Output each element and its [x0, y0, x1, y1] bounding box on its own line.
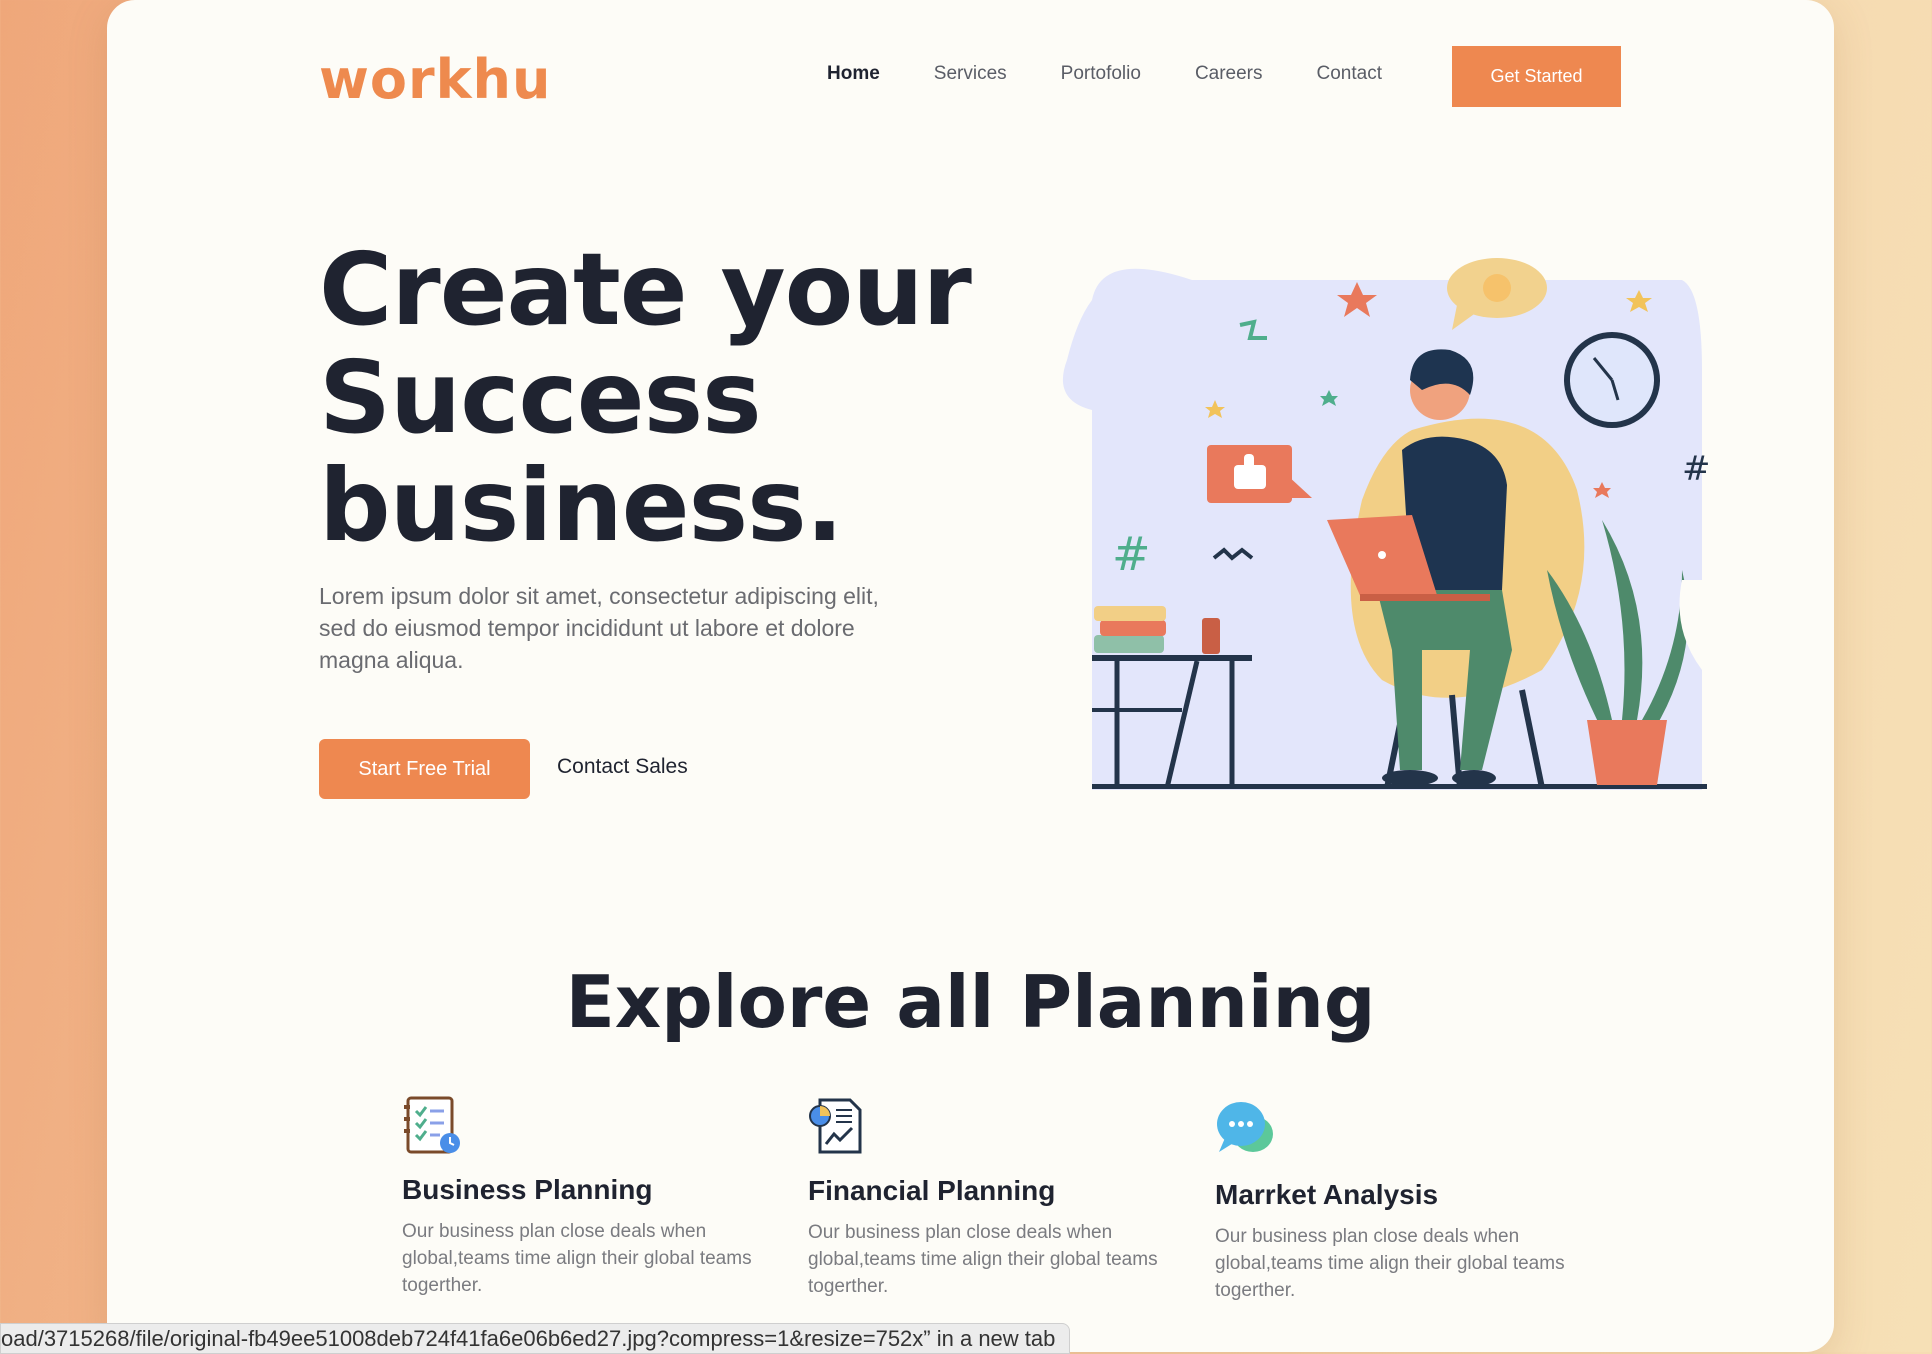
feature-title: Marrket Analysis: [1215, 1179, 1439, 1210]
feature-title: Financial Planning: [808, 1175, 1056, 1206]
explore-title: Explore all Planning: [565, 960, 1376, 1044]
svg-text:#: #: [1682, 449, 1711, 489]
feature-text: Our business plan close deals when globa…: [402, 1221, 752, 1296]
logo[interactable]: workhu: [319, 48, 551, 111]
nav-item-portofolio[interactable]: Portofolio: [1061, 63, 1141, 85]
chat-bubbles-icon: [1217, 1102, 1273, 1152]
get-started-button[interactable]: Get Started: [1452, 46, 1621, 107]
nav-item-contact[interactable]: Contact: [1317, 63, 1382, 85]
hero-title-line: Success: [319, 339, 762, 456]
nav-item-services[interactable]: Services: [934, 63, 1007, 85]
nav-item-careers[interactable]: Careers: [1195, 63, 1263, 85]
feature-business-planning[interactable]: Business Planning Our business plan clos…: [402, 1095, 752, 1299]
feature-market-analysis[interactable]: Marrket Analysis Our business plan close…: [1215, 1100, 1565, 1304]
checklist-icon: [404, 1096, 460, 1154]
nav-item-home[interactable]: Home: [827, 63, 880, 85]
link-status-bar: oad/3715268/file/original-fb49ee51008deb…: [0, 1323, 1071, 1354]
feature-text: Our business plan close deals when globa…: [1215, 1226, 1565, 1301]
hero-description: Lorem ipsum dolor sit amet, consectetur …: [319, 583, 879, 673]
feature-title: Business Planning: [402, 1174, 653, 1205]
hero-illustration: # #: [1062, 258, 1711, 790]
main-nav: Home Services Portofolio Careers Contact: [827, 63, 1436, 85]
start-free-trial-button[interactable]: Start Free Trial: [319, 739, 530, 799]
hero-title: Create your Success business.: [319, 231, 972, 564]
hero-title-line: business.: [319, 447, 844, 564]
report-chart-icon: [809, 1098, 862, 1154]
hero-title-line: Create your: [319, 231, 972, 348]
feature-financial-planning[interactable]: Financial Planning Our business plan clo…: [808, 1096, 1158, 1300]
feature-text: Our business plan close deals when globa…: [808, 1222, 1158, 1297]
svg-text:#: #: [1112, 527, 1151, 581]
contact-sales-button[interactable]: Contact Sales: [557, 755, 688, 779]
landing-page-card: workhu Home Services Portofolio Careers …: [107, 0, 1834, 1352]
